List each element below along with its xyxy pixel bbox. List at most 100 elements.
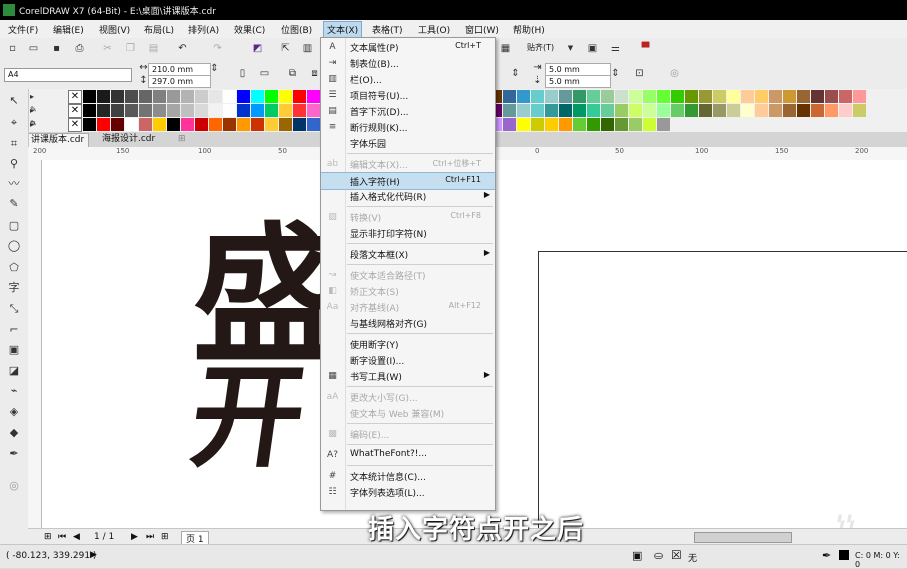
- width-spinner-icon[interactable]: ⇕: [209, 63, 220, 74]
- color-swatch[interactable]: [797, 104, 810, 117]
- menu-item-7[interactable]: ab 编辑文本(X)... Ctrl+位移+T: [321, 156, 495, 172]
- color-swatch[interactable]: [783, 104, 796, 117]
- new-tab-icon[interactable]: ⊞: [174, 133, 190, 146]
- color-swatch[interactable]: [601, 104, 614, 117]
- color-swatch[interactable]: [167, 118, 180, 131]
- prev-page-icon[interactable]: ◀: [73, 532, 80, 542]
- color-swatch[interactable]: [657, 118, 670, 131]
- outline-pen-status-icon[interactable]: ✒: [822, 549, 831, 562]
- color-swatch[interactable]: [601, 118, 614, 131]
- menu-item-25[interactable]: ☷ 字体列表选项(L)...: [321, 484, 495, 500]
- color-swatch[interactable]: [643, 104, 656, 117]
- color-swatch[interactable]: [755, 104, 768, 117]
- color-swatch[interactable]: [657, 90, 670, 103]
- no-fill-swatch-icon[interactable]: ☒: [671, 548, 682, 562]
- menu-item-21[interactable]: 使文本与 Web 兼容(M): [321, 405, 495, 421]
- menu-arrange[interactable]: 排列(A): [188, 23, 219, 36]
- menu-item-18[interactable]: 断字设置(I)...: [321, 352, 495, 368]
- color-swatch[interactable]: [237, 104, 250, 117]
- color-swatch[interactable]: [671, 90, 684, 103]
- color-swatch[interactable]: [685, 90, 698, 103]
- parallel-dimension-icon[interactable]: ⤡: [7, 302, 21, 316]
- no-color-swatch-icon[interactable]: ✕: [68, 90, 82, 104]
- menu-table[interactable]: 表格(T): [372, 23, 403, 36]
- toolbox-options-icon[interactable]: ◎: [7, 479, 21, 493]
- color-swatch[interactable]: [713, 104, 726, 117]
- color-swatch[interactable]: [97, 118, 110, 131]
- color-swatch[interactable]: [699, 104, 712, 117]
- color-swatch[interactable]: [153, 90, 166, 103]
- color-swatch[interactable]: [811, 90, 824, 103]
- menu-item-6[interactable]: 字体乐园: [321, 135, 495, 151]
- color-swatch[interactable]: [573, 90, 586, 103]
- color-swatch[interactable]: [615, 118, 628, 131]
- artistic-media-icon[interactable]: ✎: [7, 197, 21, 211]
- page-height-field[interactable]: 297.0 mm: [148, 75, 211, 88]
- color-swatch[interactable]: [713, 90, 726, 103]
- outline-pen-icon[interactable]: ✒: [7, 447, 21, 461]
- color-swatch[interactable]: [111, 90, 124, 103]
- color-swatch[interactable]: [153, 104, 166, 117]
- all-pages-icon[interactable]: ⧉: [287, 68, 298, 79]
- color-swatch[interactable]: [783, 90, 796, 103]
- last-page-icon[interactable]: ⏭: [146, 532, 154, 542]
- color-swatch[interactable]: [307, 104, 320, 117]
- snap-dropdown-arrow-icon[interactable]: ▼: [565, 43, 576, 54]
- color-swatch[interactable]: [223, 104, 236, 117]
- color-swatch[interactable]: [307, 90, 320, 103]
- import-icon[interactable]: ◩: [252, 43, 263, 54]
- color-swatch[interactable]: [181, 104, 194, 117]
- menu-item-5[interactable]: ≡ 断行规则(K)...: [321, 119, 495, 135]
- cut-icon[interactable]: ✂: [102, 43, 113, 54]
- color-swatch[interactable]: [265, 90, 278, 103]
- color-swatch[interactable]: [629, 90, 642, 103]
- color-swatch[interactable]: [167, 104, 180, 117]
- color-swatch[interactable]: [587, 104, 600, 117]
- drop-shadow-icon[interactable]: ▣: [7, 343, 21, 357]
- application-launcher-icon[interactable]: ⚌: [610, 43, 621, 54]
- color-swatch[interactable]: [97, 104, 110, 117]
- color-swatch[interactable]: [293, 118, 306, 131]
- color-swatch[interactable]: [209, 90, 222, 103]
- menu-item-11[interactable]: 显示非打印字符(N): [321, 225, 495, 241]
- color-swatch[interactable]: [251, 90, 264, 103]
- color-swatch[interactable]: [111, 118, 124, 131]
- menu-item-0[interactable]: A 文本属性(P) Ctrl+T: [321, 39, 495, 55]
- color-swatch[interactable]: [237, 90, 250, 103]
- color-swatch[interactable]: [237, 118, 250, 131]
- color-swatch[interactable]: [755, 90, 768, 103]
- text-tool-icon[interactable]: 字: [7, 281, 21, 295]
- paste-icon[interactable]: ▤: [148, 43, 159, 54]
- color-swatch[interactable]: [727, 104, 740, 117]
- open-icon[interactable]: ▭: [28, 43, 39, 54]
- color-swatch[interactable]: [139, 104, 152, 117]
- smart-fill-icon[interactable]: ◆: [7, 426, 21, 440]
- fill-bucket-icon[interactable]: ⛀: [654, 549, 663, 562]
- undo-icon[interactable]: ↶: [177, 43, 188, 54]
- status-play-icon[interactable]: ▶: [90, 550, 97, 560]
- color-swatch[interactable]: [279, 104, 292, 117]
- color-swatch[interactable]: [559, 118, 572, 131]
- add-page-after-icon[interactable]: ⊞: [161, 532, 169, 542]
- freehand-tool-icon[interactable]: 〰: [7, 177, 21, 191]
- treat-as-filled-icon[interactable]: ⊡: [634, 68, 645, 79]
- snap-to-dropdown[interactable]: 贴齐(T): [524, 42, 557, 54]
- color-swatch[interactable]: [699, 90, 712, 103]
- menu-effects[interactable]: 效果(C): [234, 23, 265, 36]
- color-swatch[interactable]: [643, 118, 656, 131]
- menu-item-12[interactable]: 段落文本框(X) ▶: [321, 246, 495, 262]
- landscape-icon[interactable]: ▭: [259, 68, 270, 79]
- color-swatch[interactable]: [265, 104, 278, 117]
- snap-objects-icon[interactable]: ◎: [669, 68, 680, 79]
- color-swatch[interactable]: [125, 118, 138, 131]
- color-swatch[interactable]: [545, 118, 558, 131]
- color-swatch[interactable]: [125, 104, 138, 117]
- color-swatch[interactable]: [517, 104, 530, 117]
- color-swatch[interactable]: [587, 90, 600, 103]
- canvas-text-kai[interactable]: 开: [183, 353, 313, 483]
- publish-icon[interactable]: ▥: [302, 43, 313, 54]
- color-swatch[interactable]: [531, 118, 544, 131]
- color-swatch[interactable]: [293, 104, 306, 117]
- no-color-swatch-icon[interactable]: ✕: [68, 104, 82, 118]
- menu-item-2[interactable]: ▥ 栏(O)...: [321, 71, 495, 87]
